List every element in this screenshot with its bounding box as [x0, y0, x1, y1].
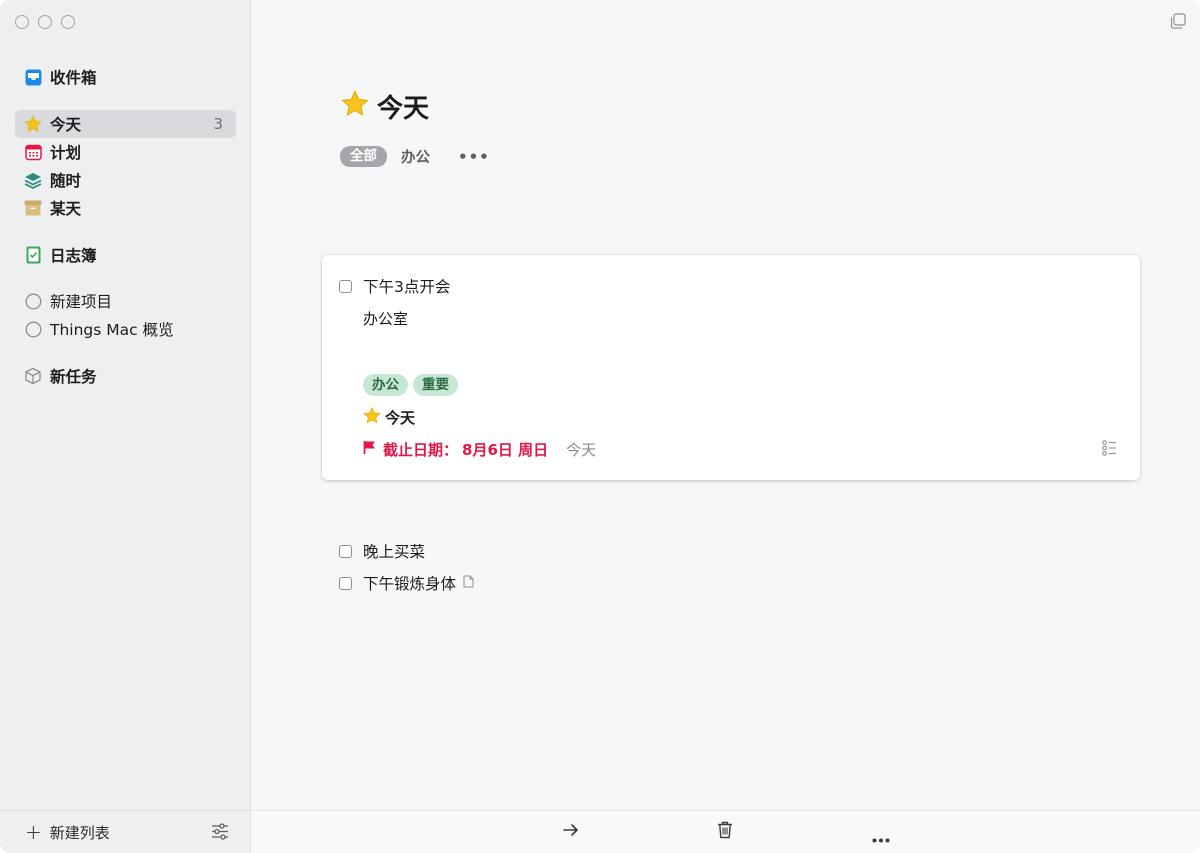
- tag-pill[interactable]: 重要: [413, 374, 458, 396]
- sidebar-item-someday[interactable]: 某天: [15, 194, 236, 222]
- duplicate-window-icon[interactable]: [1170, 13, 1186, 33]
- deadline-label: 截止日期：: [383, 441, 459, 459]
- task-when[interactable]: 今天: [363, 407, 415, 428]
- sidebar-item-label: 随时: [50, 172, 82, 190]
- main-content: 今天 全部 办公 ••• 下午3点开会 办公室 办公 重要 今天 截止日期： 8…: [251, 0, 1200, 853]
- layers-icon: [24, 171, 42, 189]
- task-notes[interactable]: 办公室: [363, 308, 408, 329]
- sidebar-item-label: 某天: [50, 200, 82, 218]
- progress-circle-icon: [24, 320, 42, 338]
- deadline-date: 8月6日 周日: [462, 441, 549, 459]
- task-title[interactable]: 下午锻炼身体: [363, 572, 456, 594]
- app-window: 收件箱 今天 3 计划 随时 某天 日志簿 新建项目 Things Mac 概览…: [0, 0, 1200, 853]
- close-window-button[interactable]: [15, 15, 29, 29]
- task-title[interactable]: 晚上买菜: [363, 540, 425, 562]
- filter-all-chip[interactable]: 全部: [340, 146, 387, 167]
- sidebar-item-anytime[interactable]: 随时: [15, 166, 236, 194]
- sidebar-footer: + 新建列表: [0, 810, 251, 853]
- archive-box-icon: [24, 199, 42, 217]
- sidebar-item-project[interactable]: 新建项目: [15, 287, 236, 315]
- bottom-toolbar: [251, 810, 1200, 853]
- sidebar-item-label: 收件箱: [50, 69, 97, 87]
- today-count-badge: 3: [213, 115, 223, 133]
- note-document-icon: [463, 574, 474, 592]
- task-checkbox[interactable]: [339, 544, 352, 558]
- sidebar-item-label: 新任务: [50, 368, 97, 386]
- cube-icon: [24, 367, 42, 385]
- minimize-window-button[interactable]: [38, 15, 52, 29]
- task-tags: 办公 重要: [363, 374, 458, 396]
- inbox-icon: [24, 68, 42, 86]
- star-icon: [363, 407, 381, 428]
- sidebar-item-logbook[interactable]: 日志簿: [15, 241, 236, 269]
- expanded-task-card[interactable]: 下午3点开会 办公室 办公 重要 今天 截止日期： 8月6日 周日 今天: [322, 255, 1140, 480]
- zoom-window-button[interactable]: [61, 15, 75, 29]
- trash-icon[interactable]: [717, 821, 733, 843]
- task-checkbox[interactable]: [339, 576, 352, 590]
- sidebar-item-inbox[interactable]: 收件箱: [15, 63, 236, 91]
- task-title[interactable]: 下午3点开会: [363, 275, 450, 297]
- progress-circle-icon: [24, 292, 42, 310]
- arrow-right-icon[interactable]: [562, 821, 580, 843]
- calendar-icon: [24, 143, 42, 161]
- sidebar-item-label: 新建项目: [50, 293, 113, 311]
- page-title: 今天: [341, 88, 429, 125]
- page-title-text: 今天: [377, 94, 430, 124]
- new-list-button[interactable]: 新建列表: [50, 822, 110, 843]
- task-checkbox[interactable]: [339, 280, 352, 293]
- plus-icon[interactable]: +: [25, 822, 42, 842]
- filter-more-button[interactable]: •••: [458, 148, 490, 166]
- sidebar-item-label: 今天: [50, 116, 82, 134]
- tag-filter-bar: 全部 办公 •••: [340, 146, 490, 167]
- checklist-icon[interactable]: [1102, 440, 1117, 460]
- task-deadline[interactable]: 截止日期： 8月6日 周日 今天: [363, 439, 596, 460]
- sidebar-item-upcoming[interactable]: 计划: [15, 138, 236, 166]
- tag-pill[interactable]: 办公: [363, 374, 408, 396]
- sidebar-item-label: 计划: [50, 144, 82, 162]
- deadline-relative: 今天: [566, 441, 597, 459]
- star-icon: [341, 89, 369, 124]
- sidebar-item-today[interactable]: 今天 3: [15, 110, 236, 138]
- window-controls: [15, 15, 75, 29]
- sidebar-item-project[interactable]: Things Mac 概览: [15, 315, 236, 343]
- logbook-icon: [24, 246, 42, 264]
- filter-tag-chip[interactable]: 办公: [401, 146, 430, 167]
- star-icon: [24, 115, 42, 133]
- task-row[interactable]: 晚上买菜: [339, 540, 425, 562]
- task-row[interactable]: 下午锻炼身体: [339, 572, 474, 594]
- when-label: 今天: [385, 409, 416, 427]
- sidebar: 收件箱 今天 3 计划 随时 某天 日志簿 新建项目 Things Mac 概览…: [0, 0, 251, 853]
- flag-icon: [363, 440, 377, 459]
- sidebar-item-label: 日志簿: [50, 247, 97, 265]
- ellipsis-icon[interactable]: [872, 828, 890, 847]
- sidebar-item-label: Things Mac 概览: [50, 321, 174, 339]
- sidebar-item-area[interactable]: 新任务: [15, 362, 236, 390]
- sliders-icon[interactable]: [211, 823, 229, 844]
